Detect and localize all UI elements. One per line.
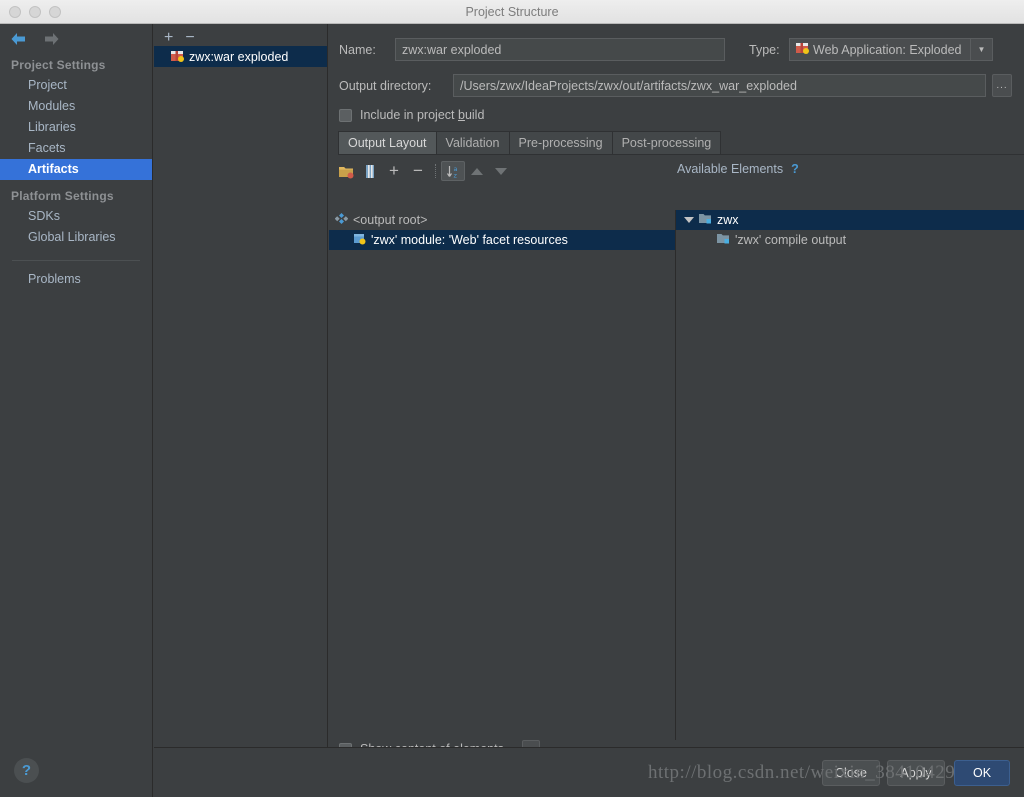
tab-validation[interactable]: Validation [435,131,510,154]
tree-row[interactable]: zwx [676,210,1024,230]
sort-alphabetically-icon[interactable]: a z [441,161,465,181]
tree-row[interactable]: 'zwx' module: 'Web' facet resources [329,230,675,250]
tree-row-label: 'zwx' module: 'Web' facet resources [371,233,568,247]
output-directory-label: Output directory: [339,78,432,93]
output-root-icon [334,212,349,228]
apply-button[interactable]: Apply [887,760,945,786]
type-label: Type: [749,42,780,57]
available-elements-title: Available Elements [677,162,784,176]
type-combobox[interactable]: Web Application: Exploded ▼ [789,38,993,61]
add-archive-icon[interactable] [358,161,382,181]
type-value: Web Application: Exploded [813,42,962,57]
compile-output-icon [716,232,730,248]
add-element-plus: + [389,161,399,180]
sidebar-item-sdks[interactable]: SDKs [0,206,152,227]
project-structure-dialog: Project Structure Project Settings Proje… [0,0,1024,797]
sidebar-group-heading-project-settings: Project Settings [11,58,106,72]
window-titlebar: Project Structure [0,0,1024,24]
settings-sidebar: Project Settings Project Modules Librari… [0,24,153,747]
include-in-build-checkbox[interactable] [339,108,352,122]
svg-text:z: z [453,171,457,179]
collapse-triangle-icon[interactable] [680,217,698,223]
dialog-footer: Close Apply OK [154,747,1024,797]
add-artifact-button[interactable]: + [164,29,173,45]
forward-arrow-icon[interactable] [41,31,61,49]
remove-element-icon[interactable]: − [406,161,430,181]
sidebar-group-heading-platform-settings: Platform Settings [11,189,114,203]
sidebar-nav-buttons [0,24,152,49]
ok-button[interactable]: OK [954,760,1010,786]
module-resources-icon [353,232,366,248]
include-in-build-row[interactable]: Include in project build [329,97,1024,122]
available-elements-tree: zwx 'zwx' compile output [676,210,1024,740]
move-up-icon[interactable] [465,161,489,181]
tree-row[interactable]: 'zwx' compile output [676,230,1024,250]
artifact-type-icon [795,40,809,59]
sidebar-item-problems[interactable]: Problems [0,261,152,290]
remove-artifact-button[interactable]: − [185,29,194,45]
add-directory-icon[interactable] [334,161,358,181]
close-button[interactable]: Close [822,760,880,786]
back-arrow-icon[interactable] [9,31,29,49]
tree-row-label: zwx [717,213,739,227]
name-label: Name: [339,42,376,57]
toolbar-divider [435,164,436,178]
include-in-build-label: Include in project build [360,108,485,122]
sidebar-item-facets[interactable]: Facets [0,138,152,159]
help-area: ? [0,747,153,797]
sidebar-item-artifacts[interactable]: Artifacts [0,159,152,180]
sidebar-item-libraries[interactable]: Libraries [0,117,152,138]
artifacts-toolbar: + − [154,24,327,46]
artifact-icon [170,48,184,65]
list-item[interactable]: zwx:war exploded [154,46,327,67]
list-item-label: zwx:war exploded [189,49,289,64]
move-down-icon[interactable] [489,161,513,181]
help-icon[interactable]: ? [14,758,39,783]
tab-pre-processing[interactable]: Pre-processing [508,131,613,154]
artifacts-list-panel: + − zwx:war exploded [154,24,328,747]
trees-container: <output root> 'zwx' module: 'Web' facet … [329,210,1024,740]
window-title: Project Structure [465,4,559,19]
browse-output-directory-button[interactable]: ... [992,74,1012,97]
tree-row[interactable]: <output root> [329,210,675,230]
remove-element-minus: − [413,161,423,180]
tab-output-layout[interactable]: Output Layout [338,131,437,154]
output-directory-row: Output directory: ... [329,61,1024,97]
sidebar-item-modules[interactable]: Modules [0,96,152,117]
sidebar-item-global-libraries[interactable]: Global Libraries [0,227,152,248]
sidebar-item-project[interactable]: Project [0,75,152,96]
artifact-editor-pane: Name: Type: Web Application: Exploded ▼ … [329,24,1024,765]
available-elements-header: Available Elements? [677,162,799,176]
name-type-row: Name: Type: Web Application: Exploded ▼ [329,24,1024,61]
artifact-tabs: Output Layout Validation Pre-processing … [338,131,1024,155]
name-input[interactable] [395,38,725,61]
output-directory-input[interactable] [453,74,986,97]
tree-row-label: <output root> [353,213,428,227]
tree-toolbar-row: + − a z Available Elements? [329,160,1024,182]
tab-post-processing[interactable]: Post-processing [611,131,722,154]
output-layout-tree: <output root> 'zwx' module: 'Web' facet … [329,210,676,740]
add-element-icon[interactable]: + [382,161,406,181]
module-icon [698,212,712,228]
tree-row-label: 'zwx' compile output [735,233,847,247]
chevron-down-icon[interactable]: ▼ [970,39,992,60]
available-elements-help-icon[interactable]: ? [791,162,799,176]
